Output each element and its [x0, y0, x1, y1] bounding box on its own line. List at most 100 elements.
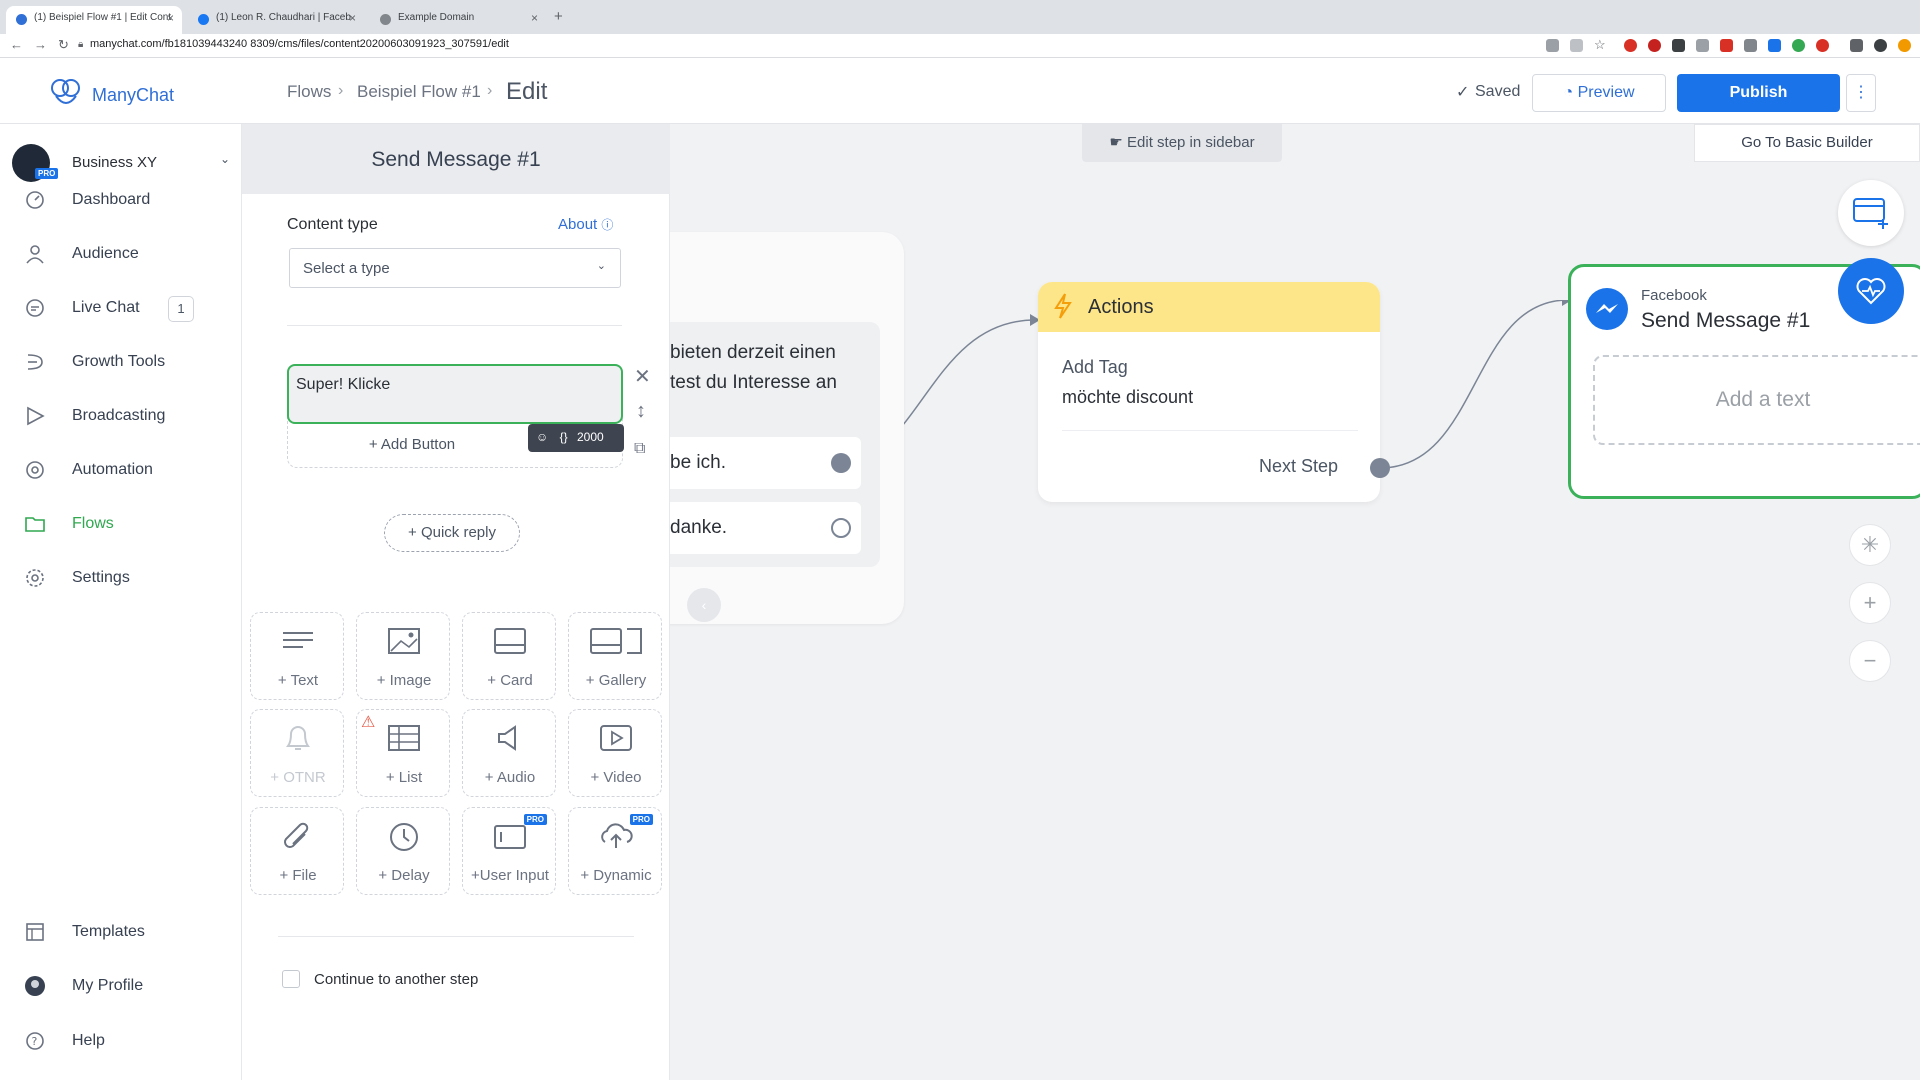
browser-tab[interactable]: (1) Leon R. Chaudhari | Faceb ×: [188, 6, 364, 34]
publish-button[interactable]: Publish: [1677, 74, 1840, 112]
list-icon: [388, 725, 420, 751]
add-card-tile[interactable]: + Card: [462, 612, 556, 700]
connected-dot[interactable]: [831, 453, 851, 473]
reorder-icon[interactable]: ↕: [636, 400, 646, 423]
preview-button[interactable]: ◔ Preview: [1532, 74, 1666, 112]
content-type-select[interactable]: Select a type ⌄: [289, 248, 621, 288]
add-image-tile[interactable]: + Image: [356, 612, 450, 700]
add-text-tile[interactable]: + Text: [250, 612, 344, 700]
unread-badge: 1: [168, 296, 194, 322]
add-text-placeholder[interactable]: Add a text: [1593, 355, 1920, 445]
actions-node[interactable]: Actions Add Tag möchte discount Next Ste…: [1038, 282, 1380, 502]
new-tab-icon[interactable]: +: [554, 8, 563, 25]
sidebar-item-templates[interactable]: Templates: [0, 910, 242, 956]
bookmark-star-icon[interactable]: ☆: [1594, 37, 1606, 53]
close-tab-icon[interactable]: ×: [531, 11, 538, 25]
sidebar-item-audience[interactable]: Audience: [0, 232, 242, 278]
next-step-connector[interactable]: [1370, 458, 1390, 478]
add-file-tile[interactable]: + File: [250, 807, 344, 895]
add-video-tile[interactable]: + Video: [568, 709, 662, 797]
continue-checkbox[interactable]: [282, 970, 300, 988]
reply-option[interactable]: be ich.: [665, 437, 861, 489]
zoom-out-icon[interactable]: −: [1849, 640, 1891, 682]
about-label: About: [558, 216, 598, 233]
chat-icon: [26, 299, 44, 317]
forward-icon[interactable]: →: [34, 37, 47, 52]
add-otnr-tile[interactable]: + OTNR: [250, 709, 344, 797]
chevron-down-icon: ⌄: [596, 260, 606, 272]
lightning-icon: [1054, 293, 1072, 319]
extension-icon[interactable]: [1792, 39, 1805, 52]
more-options-icon[interactable]: ⋮: [1846, 74, 1876, 112]
editor-panel: Send Message #1 Content type About ⓘ Sel…: [242, 124, 670, 1080]
sidebar-item-automation[interactable]: Automation: [0, 448, 242, 494]
add-list-tile[interactable]: ⚠ + List: [356, 709, 450, 797]
back-icon[interactable]: ←: [10, 37, 23, 52]
sidebar-item-broadcasting[interactable]: Broadcasting: [0, 394, 242, 440]
logo-text[interactable]: ManyChat: [92, 85, 174, 106]
add-gallery-tile[interactable]: + Gallery: [568, 612, 662, 700]
quick-reply-button[interactable]: + Quick reply: [384, 514, 520, 552]
extension-icon[interactable]: [1624, 39, 1637, 52]
auto-arrange-icon[interactable]: ✳: [1849, 524, 1891, 566]
sidebar-item-dashboard[interactable]: Dashboard: [0, 178, 242, 224]
extension-icon[interactable]: [1648, 39, 1661, 52]
unconnected-dot[interactable]: [831, 518, 851, 538]
emoji-icon[interactable]: ☺: [536, 430, 548, 444]
chevron-down-icon[interactable]: ⌄: [220, 152, 230, 166]
extension-icon[interactable]: [1768, 39, 1781, 52]
reload-icon[interactable]: ↻: [58, 37, 69, 53]
tile-label: + OTNR: [270, 769, 326, 786]
update-icon[interactable]: [1898, 39, 1911, 52]
url-field[interactable]: manychat.com/fb181039443240 8309/cms/fil…: [90, 38, 509, 50]
panel-title[interactable]: Send Message #1: [242, 148, 670, 172]
breadcrumb-flows[interactable]: Flows: [287, 82, 331, 102]
add-audio-tile[interactable]: + Audio: [462, 709, 556, 797]
breadcrumb-flow[interactable]: Beispiel Flow #1: [357, 82, 481, 102]
zoom-in-icon[interactable]: +: [1849, 582, 1891, 624]
browser-tab[interactable]: Example Domain ×: [370, 6, 546, 34]
business-name[interactable]: Business XY: [72, 154, 157, 171]
basic-builder-button[interactable]: Go To Basic Builder: [1694, 124, 1920, 162]
browser-tab-active[interactable]: (1) Beispiel Flow #1 | Edit Cont ×: [6, 6, 182, 34]
add-button-link[interactable]: + Add Button: [287, 436, 537, 453]
close-tab-icon[interactable]: ×: [349, 11, 356, 25]
extension-icon[interactable]: [1720, 39, 1733, 52]
health-check-button[interactable]: [1838, 258, 1904, 324]
sidebar-item-label: My Profile: [72, 977, 144, 994]
about-link[interactable]: About ⓘ: [558, 216, 613, 233]
help-icon: ?: [26, 1032, 44, 1050]
extension-icon[interactable]: [1816, 39, 1829, 52]
profile-avatar[interactable]: [1874, 39, 1887, 52]
manychat-logo-icon[interactable]: [48, 76, 84, 110]
chevron-left-icon[interactable]: ‹: [687, 588, 721, 622]
edit-hint-label: Edit step in sidebar: [1127, 134, 1255, 151]
reading-list-icon[interactable]: [1850, 39, 1863, 52]
extension-icon[interactable]: [1672, 39, 1685, 52]
messenger-icon: [1586, 288, 1628, 330]
add-step-button[interactable]: [1838, 180, 1904, 246]
close-icon[interactable]: ✕: [634, 364, 651, 389]
sidebar-item-help[interactable]: ? Help: [0, 1019, 242, 1065]
translate-icon[interactable]: [1546, 39, 1559, 52]
gallery-icon: [590, 628, 642, 654]
duplicate-icon[interactable]: ⧉: [634, 440, 645, 458]
sidebar-item-growth-tools[interactable]: Growth Tools: [0, 340, 242, 386]
close-tab-icon[interactable]: ×: [167, 11, 174, 25]
zoom-icon[interactable]: [1570, 39, 1583, 52]
sidebar-item-flows[interactable]: Flows: [0, 502, 242, 548]
add-dynamic-tile[interactable]: PRO + Dynamic: [568, 807, 662, 895]
char-limit: 2000: [576, 430, 604, 444]
message-text-input[interactable]: Super! Klicke: [287, 364, 623, 424]
sidebar-item-settings[interactable]: Settings: [0, 556, 242, 602]
extension-icon[interactable]: [1696, 39, 1709, 52]
sidebar-item-live-chat[interactable]: Live Chat 1: [0, 286, 242, 332]
sidebar-item-my-profile[interactable]: My Profile: [0, 964, 242, 1010]
variables-icon[interactable]: {}: [560, 430, 568, 444]
continue-label[interactable]: Continue to another step: [314, 971, 478, 988]
reply-option[interactable]: danke.: [665, 502, 861, 554]
add-delay-tile[interactable]: + Delay: [356, 807, 450, 895]
add-user-input-tile[interactable]: PRO +User Input: [462, 807, 556, 895]
saved-status: Saved: [1475, 83, 1521, 100]
extension-icon[interactable]: [1744, 39, 1757, 52]
